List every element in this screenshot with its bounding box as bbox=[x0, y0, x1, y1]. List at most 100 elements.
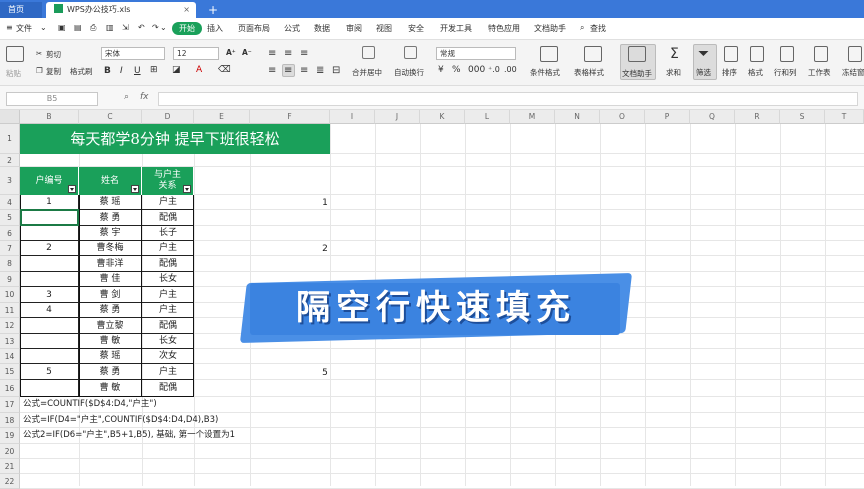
hamburger-icon[interactable]: ≡ bbox=[6, 23, 13, 32]
underline-icon[interactable]: U bbox=[134, 66, 141, 76]
side-value[interactable]: 2 bbox=[300, 242, 350, 257]
column-header[interactable]: E bbox=[194, 110, 250, 124]
doc-helper-button[interactable]: 文档助手 bbox=[622, 68, 652, 79]
align-center-icon[interactable]: ≡ bbox=[284, 65, 292, 76]
wrap-text-icon[interactable] bbox=[404, 46, 417, 59]
currency-icon[interactable]: ¥ bbox=[438, 65, 444, 75]
increase-decimal-icon[interactable]: ⁺.0 bbox=[488, 65, 500, 74]
sheet-title[interactable]: 每天都学8分钟 提早下班很轻松 bbox=[20, 124, 330, 154]
format-button[interactable]: 格式 bbox=[748, 67, 763, 78]
thousands-icon[interactable]: 000 bbox=[468, 65, 485, 75]
formula-note[interactable]: 公式=COUNTIF($D$4:D4,"户主") bbox=[23, 397, 157, 409]
redo-icon[interactable]: ↷ bbox=[152, 23, 159, 32]
save-icon[interactable]: ▣ bbox=[58, 23, 66, 32]
name-box[interactable]: B5 bbox=[6, 92, 98, 106]
column-header[interactable]: B bbox=[20, 110, 79, 124]
merge-center-icon[interactable] bbox=[362, 46, 375, 59]
row-header[interactable]: 16 bbox=[0, 380, 20, 397]
column-header[interactable]: O bbox=[600, 110, 645, 124]
row-header[interactable]: 22 bbox=[0, 474, 20, 489]
row-header[interactable]: 1 bbox=[0, 124, 20, 154]
header-household-id[interactable]: 户编号 bbox=[20, 167, 79, 195]
side-value[interactable]: 5 bbox=[300, 366, 350, 381]
sum-icon[interactable]: Σ bbox=[670, 46, 679, 62]
menu-review[interactable]: 审阅 bbox=[346, 23, 362, 34]
column-header[interactable]: P bbox=[645, 110, 690, 124]
percent-icon[interactable]: % bbox=[452, 65, 461, 75]
paste-icon[interactable] bbox=[6, 46, 24, 62]
menu-file[interactable]: 文件 bbox=[16, 23, 32, 34]
select-all-corner[interactable] bbox=[0, 110, 20, 124]
export-icon[interactable]: ⇲ bbox=[122, 23, 129, 32]
font-shrink-icon[interactable]: A⁻ bbox=[242, 48, 252, 57]
copy-button[interactable]: 复制 bbox=[46, 66, 61, 77]
menu-view[interactable]: 视图 bbox=[376, 23, 392, 34]
row-header[interactable]: 19 bbox=[0, 428, 20, 444]
row-header[interactable]: 3 bbox=[0, 167, 20, 195]
search-icon[interactable]: ⌕ bbox=[580, 23, 584, 33]
column-header[interactable]: S bbox=[780, 110, 825, 124]
menu-page-layout[interactable]: 页面布局 bbox=[238, 23, 270, 34]
filter-button[interactable]: 筛选 bbox=[696, 67, 711, 78]
font-name-select[interactable]: 宋体 bbox=[101, 47, 165, 60]
align-middle-icon[interactable]: ≡ bbox=[284, 48, 292, 59]
menu-insert[interactable]: 插入 bbox=[207, 23, 223, 34]
column-header[interactable]: I bbox=[330, 110, 375, 124]
decrease-decimal-icon[interactable]: .00 bbox=[504, 65, 517, 74]
column-header[interactable]: J bbox=[375, 110, 420, 124]
rowcol-button[interactable]: 行和列 bbox=[774, 67, 797, 78]
menu-search[interactable]: 查找 bbox=[590, 23, 606, 34]
font-color-icon[interactable]: A bbox=[196, 65, 202, 75]
row-header[interactable]: 13 bbox=[0, 334, 20, 349]
table-style-icon[interactable] bbox=[584, 46, 602, 62]
menu-start[interactable]: 开始 bbox=[172, 22, 202, 35]
menu-dev-tools[interactable]: 开发工具 bbox=[440, 23, 472, 34]
align-top-icon[interactable]: ≡ bbox=[268, 48, 276, 59]
folder-icon[interactable]: ▤ bbox=[74, 23, 82, 32]
fx-icon[interactable]: fx bbox=[140, 92, 149, 102]
font-size-select[interactable]: 12 bbox=[173, 47, 219, 60]
row-header[interactable]: 7 bbox=[0, 241, 20, 256]
row-header[interactable]: 10 bbox=[0, 287, 20, 303]
tab-home[interactable]: 首页 bbox=[0, 2, 42, 18]
filter-dropdown-icon[interactable] bbox=[131, 185, 139, 193]
row-header[interactable]: 21 bbox=[0, 459, 20, 474]
column-header[interactable]: M bbox=[510, 110, 555, 124]
column-header[interactable]: K bbox=[420, 110, 465, 124]
menu-security[interactable]: 安全 bbox=[408, 23, 424, 34]
justify-icon[interactable]: ≣ bbox=[316, 65, 324, 76]
row-header[interactable]: 15 bbox=[0, 364, 20, 380]
column-header[interactable]: Q bbox=[690, 110, 735, 124]
freeze-button[interactable]: 冻结窗 bbox=[842, 67, 864, 78]
row-header[interactable]: 20 bbox=[0, 444, 20, 459]
wrap-text-button[interactable]: 自动换行 bbox=[394, 67, 424, 78]
menu-data[interactable]: 数据 bbox=[314, 23, 330, 34]
tab-workbook[interactable]: WPS办公技巧.xls × bbox=[46, 2, 196, 18]
distributed-icon[interactable]: ⊟ bbox=[332, 65, 340, 76]
italic-icon[interactable]: I bbox=[120, 66, 123, 76]
row-header[interactable]: 4 bbox=[0, 195, 20, 210]
rowcol-icon[interactable] bbox=[780, 46, 794, 62]
cond-format-button[interactable]: 条件格式 bbox=[530, 67, 560, 78]
column-header[interactable]: T bbox=[825, 110, 864, 124]
row-header[interactable]: 2 bbox=[0, 154, 20, 167]
font-grow-icon[interactable]: A⁺ bbox=[226, 48, 236, 57]
preview-icon[interactable]: ▥ bbox=[106, 23, 114, 32]
format-painter-button[interactable]: 格式刷 bbox=[70, 66, 93, 77]
row-header[interactable]: 6 bbox=[0, 226, 20, 241]
menu-features[interactable]: 特色应用 bbox=[488, 23, 520, 34]
column-header[interactable]: R bbox=[735, 110, 780, 124]
menu-doc-helper[interactable]: 文档助手 bbox=[534, 23, 566, 34]
formula-note[interactable]: 公式=IF(D4="户主",COUNTIF($D$4:D4,D4),B3) bbox=[23, 413, 218, 425]
border-icon[interactable]: ⊞ bbox=[150, 65, 158, 75]
formula-note[interactable]: 公式2=IF(D6="户主",B5+1,B5), 基础, 第一个设置为1 bbox=[23, 428, 235, 440]
scissors-icon[interactable]: ✂ bbox=[36, 49, 42, 58]
align-right-icon[interactable]: ≡ bbox=[300, 65, 308, 76]
undo-icon[interactable]: ↶ bbox=[138, 23, 145, 32]
align-bottom-icon[interactable]: ≡ bbox=[300, 48, 308, 59]
row-header[interactable]: 17 bbox=[0, 397, 20, 413]
row-header[interactable]: 9 bbox=[0, 272, 20, 287]
quickbar-chevron-icon[interactable]: ⌄ bbox=[160, 23, 167, 32]
freeze-icon[interactable] bbox=[848, 46, 862, 62]
sort-button[interactable]: 排序 bbox=[722, 67, 737, 78]
